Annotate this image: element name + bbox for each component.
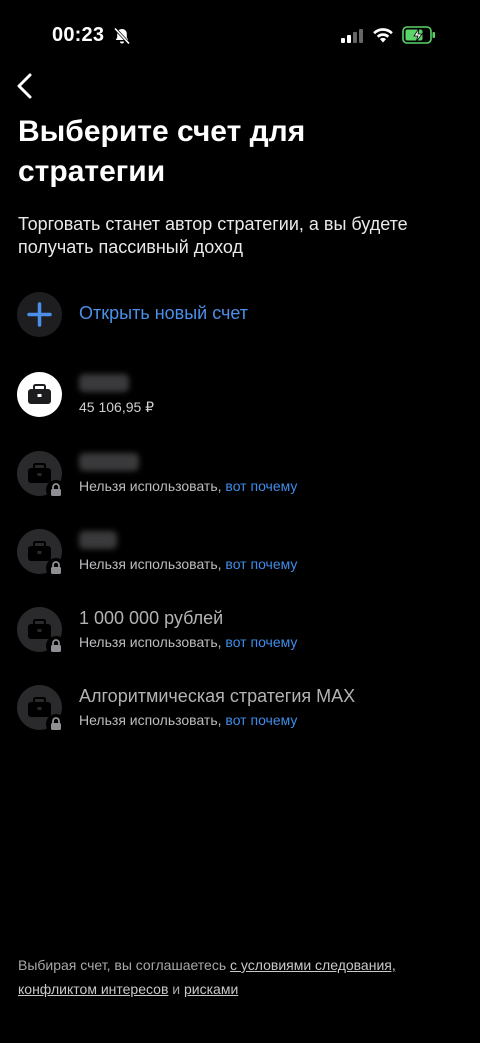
account-item[interactable]: 45 106,95 ₽ xyxy=(17,372,467,422)
muted-bell-icon xyxy=(113,27,131,45)
lock-icon xyxy=(51,483,61,496)
why-link[interactable]: вот почему xyxy=(225,712,297,728)
status-text: Нельзя использовать, xyxy=(79,556,222,572)
back-chevron-icon[interactable] xyxy=(12,70,40,102)
footer-and: и xyxy=(172,981,181,997)
status-text: Нельзя использовать, xyxy=(79,478,222,494)
footer-agreement: Выбирая счет, вы соглашаетесь с условиям… xyxy=(18,953,468,1001)
account-item[interactable]: Алгоритмическая стратегия MAX Нельзя исп… xyxy=(17,685,467,735)
account-name-redacted xyxy=(79,374,129,392)
terms-link[interactable]: с условиями следования, xyxy=(230,957,396,973)
lock-badge xyxy=(46,636,66,656)
account-status: Нельзя использовать, вот почему xyxy=(79,711,297,729)
why-link[interactable]: вот почему xyxy=(225,634,297,650)
page-subtitle: Торговать станет автор стратегии, а вы б… xyxy=(18,214,408,257)
why-link[interactable]: вот почему xyxy=(225,478,297,494)
plus-avatar xyxy=(17,292,62,337)
account-status: Нельзя использовать, вот почему xyxy=(79,477,297,495)
open-account-label: Открыть новый счет xyxy=(79,303,249,323)
open-new-account-button[interactable]: Открыть новый счет xyxy=(17,292,467,342)
status-text: Нельзя использовать, xyxy=(79,634,222,650)
page-title: Выберите счет для стратегии xyxy=(18,115,306,188)
lock-icon xyxy=(51,639,61,652)
cellular-signal-icon xyxy=(341,29,363,43)
account-name-redacted xyxy=(79,531,117,549)
battery-charging-icon xyxy=(402,26,435,44)
risks-link[interactable]: рисками xyxy=(184,981,238,997)
status-time: 00:23 xyxy=(52,24,105,46)
status-bar: 00:23 xyxy=(0,0,480,70)
wifi-icon xyxy=(373,28,393,43)
account-balance: 45 106,95 ₽ xyxy=(79,399,155,415)
lock-badge xyxy=(46,480,66,500)
footer-prefix: Выбирая счет, вы соглашаетесь xyxy=(18,957,227,973)
plus-icon xyxy=(27,302,52,327)
why-link[interactable]: вот почему xyxy=(225,556,297,572)
account-item[interactable]: 1 000 000 рублей Нельзя использовать, во… xyxy=(17,607,467,657)
briefcase-avatar xyxy=(17,372,62,417)
account-name: 1 000 000 рублей xyxy=(79,608,224,628)
account-status: Нельзя использовать, вот почему xyxy=(79,555,297,573)
lock-icon xyxy=(51,561,61,574)
account-item[interactable]: Нельзя использовать, вот почему xyxy=(17,451,467,501)
lock-icon xyxy=(51,717,61,730)
account-name-redacted xyxy=(79,453,139,471)
account-status: Нельзя использовать, вот почему xyxy=(79,633,297,651)
briefcase-icon xyxy=(28,384,51,404)
conflict-of-interest-link[interactable]: конфликтом интересов xyxy=(18,981,168,997)
lock-badge xyxy=(46,558,66,578)
account-item[interactable]: Нельзя использовать, вот почему xyxy=(17,529,467,579)
account-name: Алгоритмическая стратегия MAX xyxy=(79,686,356,706)
lock-badge xyxy=(46,714,66,734)
status-text: Нельзя использовать, xyxy=(79,712,222,728)
